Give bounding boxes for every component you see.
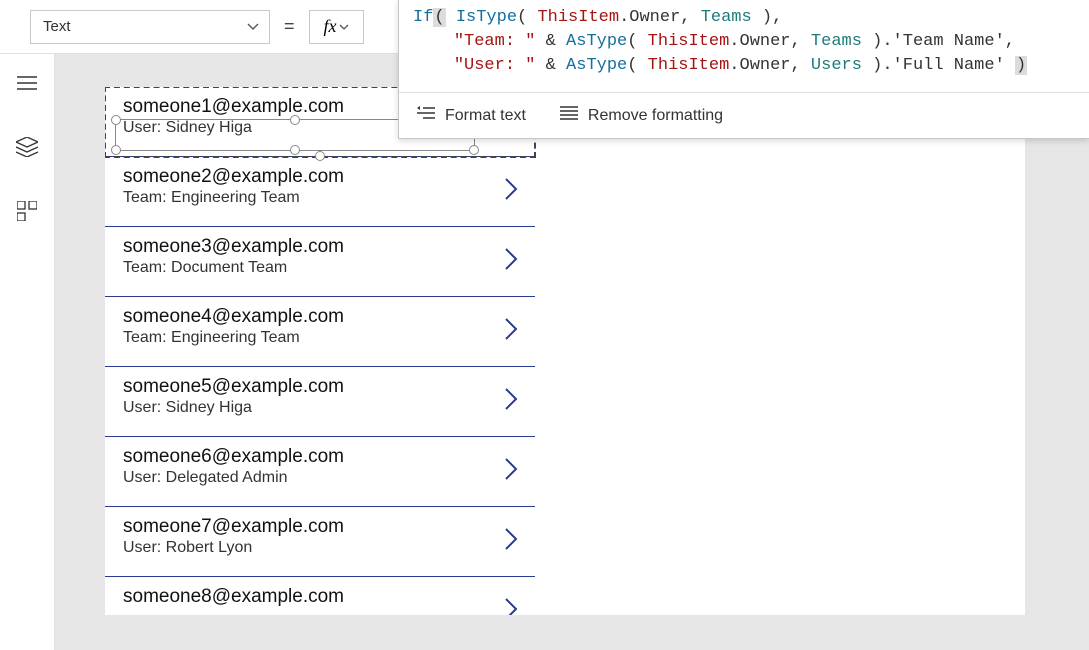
hamburger-icon[interactable] (16, 72, 38, 94)
remove-formatting-label: Remove formatting (588, 107, 723, 125)
gallery-item-title: someone5@example.com (123, 376, 344, 398)
gallery-item-subtitle: User: Delegated Admin (123, 469, 344, 487)
layers-icon[interactable] (16, 136, 38, 158)
chevron-right-icon[interactable] (503, 386, 519, 417)
formula-editor[interactable]: If( IsType( ThisItem.Owner, Teams ), "Te… (399, 0, 1089, 92)
chevron-down-icon (339, 18, 349, 36)
gallery-item[interactable]: someone6@example.comUser: Delegated Admi… (105, 437, 535, 507)
gallery-item-subtitle: Team: Document Team (123, 259, 344, 277)
gallery-item-title: someone2@example.com (123, 166, 344, 188)
gallery-item[interactable]: someone8@example.com (105, 577, 535, 615)
gallery-item-subtitle: Team: Engineering Team (123, 329, 344, 347)
gallery-item[interactable]: someone2@example.comTeam: Engineering Te… (105, 157, 535, 227)
gallery-item-title: someone8@example.com (123, 586, 344, 608)
format-text-label: Format text (445, 107, 526, 125)
components-icon[interactable] (16, 200, 38, 222)
gallery-item-subtitle: User: Sidney Higa (123, 399, 344, 417)
gallery-item-title: someone4@example.com (123, 306, 344, 328)
chevron-down-icon (247, 18, 259, 35)
remove-formatting-button[interactable]: Remove formatting (560, 106, 723, 125)
gallery-item-title: someone1@example.com (123, 96, 344, 118)
chevron-right-icon[interactable] (503, 176, 519, 207)
remove-formatting-icon (560, 106, 578, 125)
chevron-right-icon[interactable] (503, 316, 519, 347)
property-selector-label: Text (43, 18, 71, 35)
gallery-item-title: someone6@example.com (123, 446, 344, 468)
equals-label: = (284, 16, 295, 37)
gallery-item-title: someone7@example.com (123, 516, 344, 538)
gallery-item-subtitle: User: Sidney Higa (123, 119, 344, 137)
gallery-item-subtitle: User: Robert Lyon (123, 539, 344, 557)
gallery-item-subtitle: Team: Engineering Team (123, 189, 344, 207)
app-frame: someone1@example.comUser: Sidney Higasom… (105, 87, 1025, 615)
gallery[interactable]: someone1@example.comUser: Sidney Higasom… (105, 87, 535, 615)
gallery-item[interactable]: someone5@example.comUser: Sidney Higa (105, 367, 535, 437)
gallery-item[interactable]: someone4@example.comTeam: Engineering Te… (105, 297, 535, 367)
format-text-button[interactable]: Format text (417, 106, 526, 125)
chevron-right-icon[interactable] (503, 456, 519, 487)
formula-panel: If( IsType( ThisItem.Owner, Teams ), "Te… (398, 0, 1089, 139)
formula-toolbar: Format text Remove formatting (399, 92, 1089, 138)
chevron-right-icon[interactable] (503, 246, 519, 277)
left-rail (0, 0, 55, 650)
fx-label: fx (324, 16, 337, 37)
gallery-item[interactable]: someone3@example.comTeam: Document Team (105, 227, 535, 297)
gallery-item[interactable]: someone7@example.comUser: Robert Lyon (105, 507, 535, 577)
chevron-right-icon[interactable] (503, 596, 519, 615)
format-text-icon (417, 106, 435, 125)
chevron-right-icon[interactable] (503, 526, 519, 557)
gallery-item-title: someone3@example.com (123, 236, 344, 258)
property-selector[interactable]: Text (30, 10, 270, 44)
canvas-area: someone1@example.comUser: Sidney Higasom… (55, 54, 1089, 650)
fx-button[interactable]: fx (309, 10, 364, 44)
